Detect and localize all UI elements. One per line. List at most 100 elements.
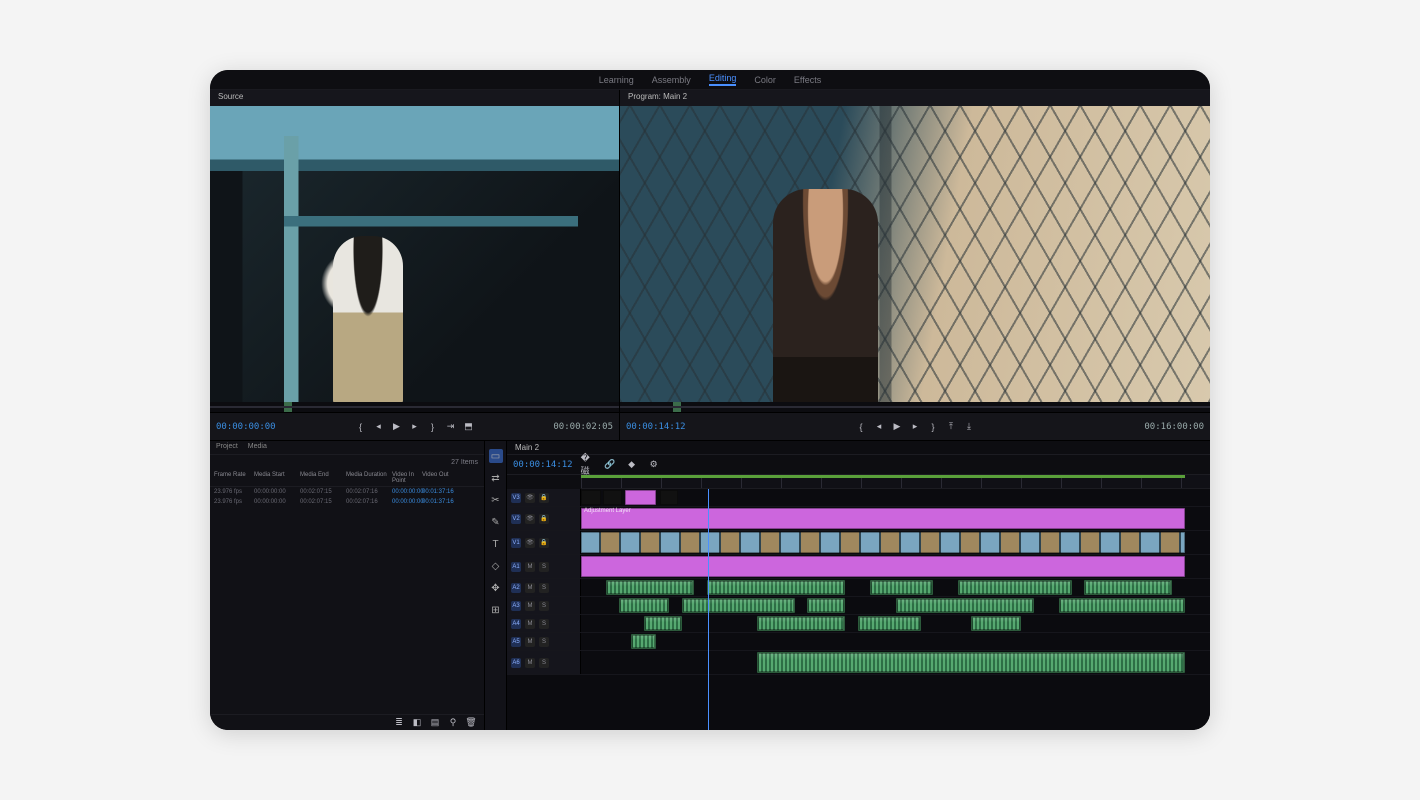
hand-tool-icon[interactable]: ✥ <box>489 581 503 595</box>
search-icon[interactable]: ⚲ <box>446 716 460 730</box>
audio-clip[interactable] <box>606 580 694 595</box>
time-ruler[interactable] <box>581 475 1210 489</box>
audio-clip[interactable] <box>682 598 795 613</box>
extract-icon[interactable]: ⤓ <box>962 420 976 434</box>
sequence-tab[interactable]: Main 2 <box>515 443 539 452</box>
audio-clip[interactable] <box>619 598 669 613</box>
col-mediaend[interactable]: Media End <box>300 472 344 484</box>
playhead[interactable] <box>708 489 709 730</box>
audio-clip[interactable] <box>896 598 1034 613</box>
freeform-view-icon[interactable]: ▤ <box>428 716 442 730</box>
col-mediastart[interactable]: Media Start <box>254 472 298 484</box>
audio-clip[interactable] <box>631 634 656 649</box>
a4-solo[interactable]: S <box>539 619 549 629</box>
a6-solo[interactable]: S <box>539 658 549 668</box>
project-row[interactable]: 23.976 fps 00:00:00:00 00:02:07:15 00:02… <box>210 487 484 497</box>
ws-tab-assembly[interactable]: Assembly <box>652 75 691 85</box>
video-clip[interactable] <box>581 490 601 505</box>
a3-target[interactable]: A3 <box>511 601 521 611</box>
audio-clip[interactable] <box>581 556 1185 577</box>
insert-icon[interactable]: ⇥ <box>444 420 458 434</box>
a2-solo[interactable]: S <box>539 583 549 593</box>
audio-clip[interactable] <box>971 616 1021 631</box>
a3-solo[interactable]: S <box>539 601 549 611</box>
a5-solo[interactable]: S <box>539 637 549 647</box>
marker-icon[interactable]: ◆ <box>625 458 639 472</box>
v1-eye-icon[interactable]: 👁 <box>525 538 535 548</box>
prg-play-icon[interactable]: ▶ <box>890 420 904 434</box>
music-clip[interactable] <box>757 652 1185 673</box>
audio-clip[interactable] <box>858 616 921 631</box>
project-tab[interactable]: Project <box>216 443 238 452</box>
a3-mute[interactable]: M <box>525 601 535 611</box>
v3-lock-icon[interactable]: 🔒 <box>539 493 549 503</box>
step-back-icon[interactable]: ◂ <box>372 420 386 434</box>
v2-eye-icon[interactable]: 👁 <box>525 514 535 524</box>
razor-tool-icon[interactable]: ✂ <box>489 493 503 507</box>
audio-clip[interactable] <box>1084 580 1172 595</box>
a5-target[interactable]: A5 <box>511 637 521 647</box>
a1-target[interactable]: A1 <box>511 562 521 572</box>
program-scrubber[interactable] <box>620 402 1210 412</box>
ws-tab-editing[interactable]: Editing <box>709 73 737 86</box>
audio-clip[interactable] <box>1059 598 1185 613</box>
prg-mark-in-icon[interactable]: { <box>854 420 868 434</box>
a2-mute[interactable]: M <box>525 583 535 593</box>
source-tab[interactable]: Source <box>210 90 619 106</box>
trash-icon[interactable]: 🗑 <box>464 716 478 730</box>
ws-tab-effects[interactable]: Effects <box>794 75 821 85</box>
source-viewer[interactable] <box>210 106 619 402</box>
audio-clip[interactable] <box>870 580 933 595</box>
a6-mute[interactable]: M <box>525 658 535 668</box>
col-mediadur[interactable]: Media Duration <box>346 472 390 484</box>
a5-mute[interactable]: M <box>525 637 535 647</box>
icon-view-icon[interactable]: ◧ <box>410 716 424 730</box>
tracks-area[interactable]: V3 👁 🔒 V2 👁 🔒 <box>507 489 1210 730</box>
pen-tool-icon[interactable]: ✎ <box>489 515 503 529</box>
col-vin[interactable]: Video In Point <box>392 472 420 484</box>
prg-mark-out-icon[interactable]: } <box>926 420 940 434</box>
ws-tab-learning[interactable]: Learning <box>599 75 634 85</box>
overwrite-icon[interactable]: ⬒ <box>462 420 476 434</box>
v3-target[interactable]: V3 <box>511 493 521 503</box>
a2-target[interactable]: A2 <box>511 583 521 593</box>
selection-tool-icon[interactable]: ▭ <box>489 449 503 463</box>
mark-in-icon[interactable]: { <box>354 420 368 434</box>
program-viewer[interactable] <box>620 106 1210 402</box>
slip-tool-icon[interactable]: ◇ <box>489 559 503 573</box>
settings-icon[interactable]: ⚙ <box>647 458 661 472</box>
video-clip[interactable]: Adjustment Layer <box>581 508 1185 529</box>
v1-lock-icon[interactable]: 🔒 <box>539 538 549 548</box>
project-row[interactable]: 23.976 fps 00:00:00:00 00:02:07:15 00:02… <box>210 497 484 507</box>
v2-target[interactable]: V2 <box>511 514 521 524</box>
a4-mute[interactable]: M <box>525 619 535 629</box>
video-clip[interactable] <box>625 490 656 505</box>
play-icon[interactable]: ▶ <box>390 420 404 434</box>
a1-mute[interactable]: M <box>525 562 535 572</box>
step-fwd-icon[interactable]: ▸ <box>408 420 422 434</box>
col-framerate[interactable]: Frame Rate <box>214 472 252 484</box>
audio-clip[interactable] <box>757 616 845 631</box>
track-select-tool-icon[interactable]: ⇄ <box>489 471 503 485</box>
list-view-icon[interactable]: ≣ <box>392 716 406 730</box>
audio-clip[interactable] <box>958 580 1071 595</box>
v3-eye-icon[interactable]: 👁 <box>525 493 535 503</box>
video-clip[interactable] <box>660 490 679 505</box>
a4-target[interactable]: A4 <box>511 619 521 629</box>
type-tool-icon[interactable]: T <box>489 537 503 551</box>
a1-solo[interactable]: S <box>539 562 549 572</box>
video-clip[interactable] <box>603 490 622 505</box>
video-clip[interactable] <box>581 532 1185 553</box>
mark-out-icon[interactable]: } <box>426 420 440 434</box>
v2-lock-icon[interactable]: 🔒 <box>539 514 549 524</box>
source-scrubber[interactable] <box>210 402 619 412</box>
lift-icon[interactable]: ⤒ <box>944 420 958 434</box>
col-vout[interactable]: Video Out <box>422 472 450 484</box>
v1-target[interactable]: V1 <box>511 538 521 548</box>
audio-clip[interactable] <box>644 616 682 631</box>
program-tab[interactable]: Program: Main 2 <box>620 90 1210 106</box>
media-tab[interactable]: Media <box>248 443 267 452</box>
zoom-tool-icon[interactable]: ⊞ <box>489 603 503 617</box>
prg-step-back-icon[interactable]: ◂ <box>872 420 886 434</box>
snap-icon[interactable]: �磁 <box>581 458 595 472</box>
